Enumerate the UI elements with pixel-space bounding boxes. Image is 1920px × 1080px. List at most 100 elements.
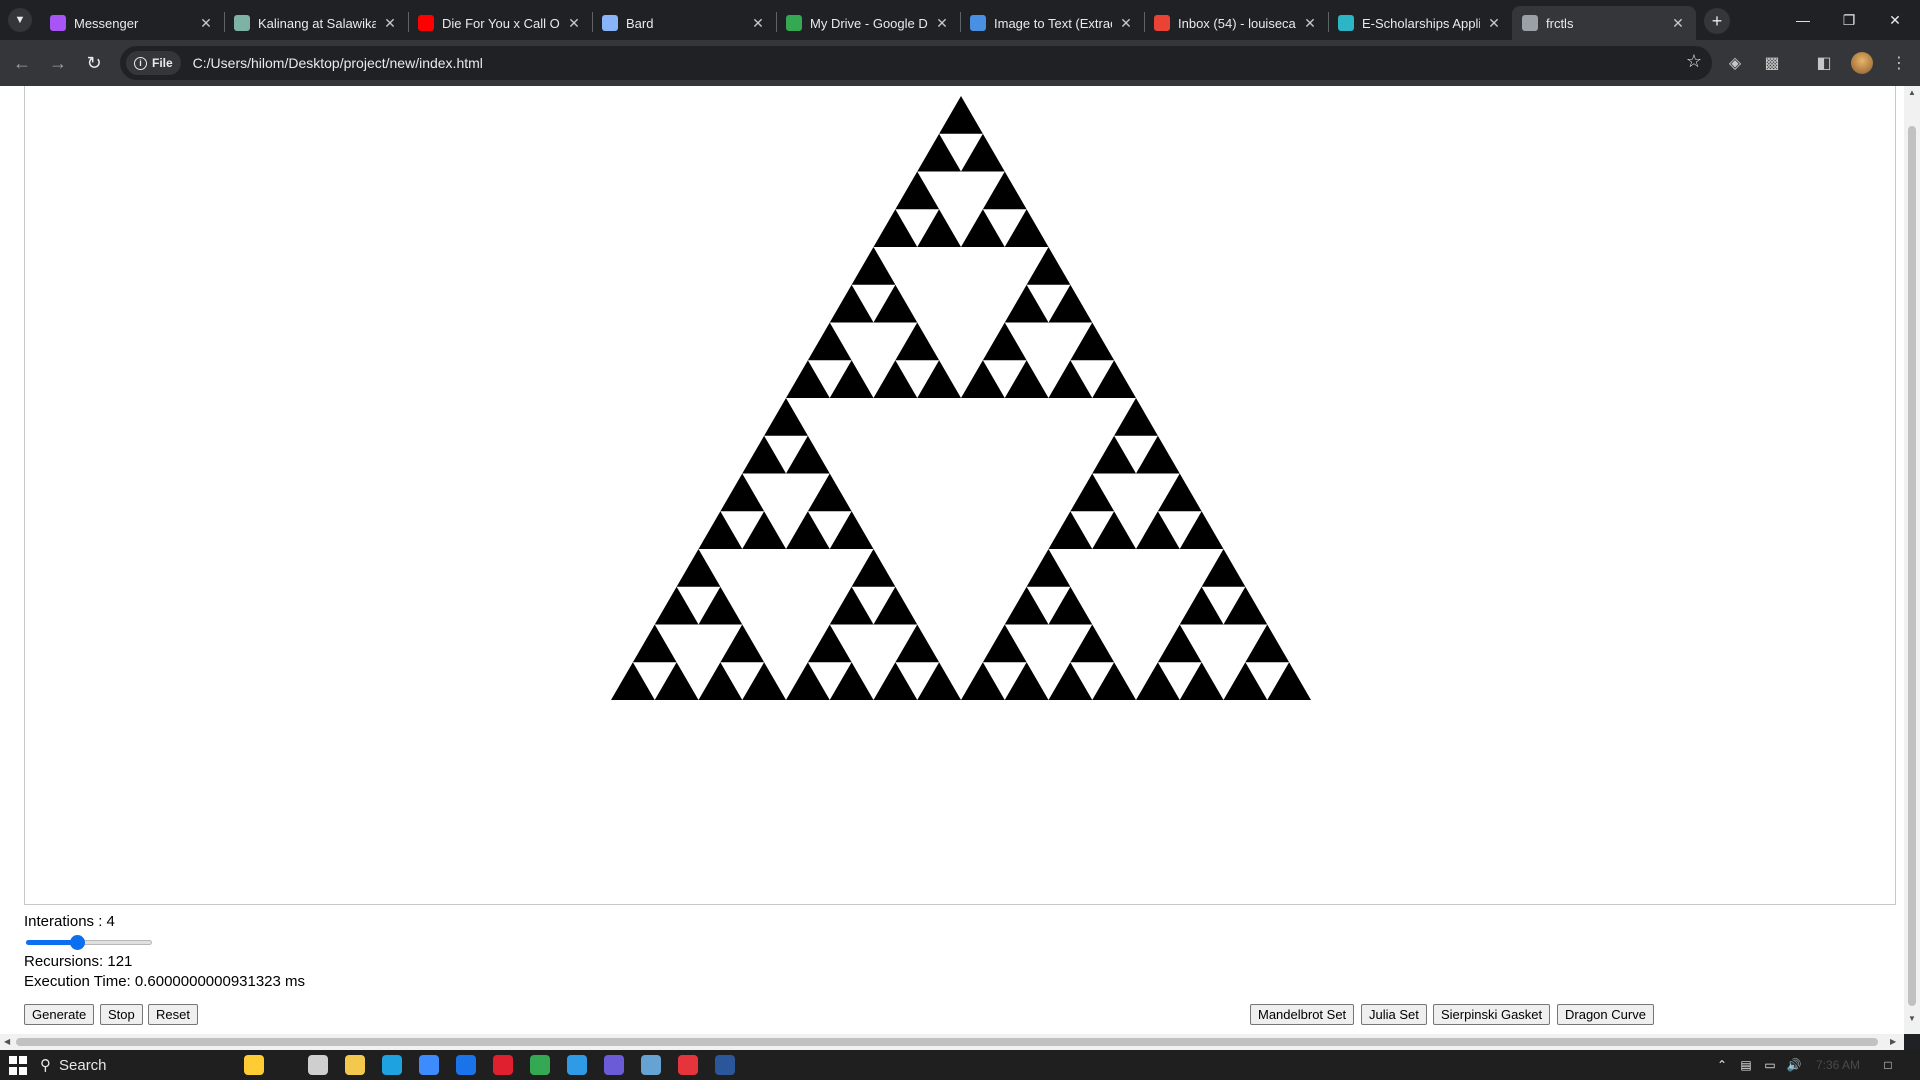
sierpinski-triangle <box>1267 662 1311 700</box>
generate-button[interactable]: Generate <box>24 1004 95 1025</box>
address-bar[interactable]: i File C:/Users/hilom/Desktop/project/ne… <box>120 46 1712 80</box>
word-icon[interactable] <box>715 1055 735 1075</box>
reset-button[interactable]: Reset <box>148 1004 198 1025</box>
tab-5[interactable]: My Drive - Google Drive ✕ <box>776 6 960 40</box>
iterations-slider[interactable] <box>24 932 154 952</box>
taskbar-clock[interactable]: 7:36 AM <box>1808 1055 1868 1075</box>
tab-2[interactable]: Kalinang at Salawikain ✕ <box>224 6 408 40</box>
chrome-icon[interactable] <box>530 1055 550 1075</box>
media-player-icon[interactable] <box>604 1055 624 1075</box>
close-window-button[interactable]: ✕ <box>1872 0 1918 40</box>
url-text[interactable]: C:/Users/hilom/Desktop/project/new/index… <box>193 55 483 71</box>
stop-button[interactable]: Stop <box>100 1004 143 1025</box>
tab-title: Bard <box>626 15 654 31</box>
close-tab-icon[interactable]: ✕ <box>934 15 950 31</box>
sierpinski-triangle <box>1157 473 1202 512</box>
sierpinski-triangle <box>807 322 852 361</box>
google-lens-icon[interactable]: ◈ <box>1723 51 1747 75</box>
site-info-chip[interactable]: i File <box>126 51 181 75</box>
tab-7[interactable]: Inbox (54) - louisecastillo ✕ <box>1144 6 1328 40</box>
sierpinski-triangle <box>1048 284 1093 323</box>
tab-1[interactable]: Messenger ✕ <box>40 6 224 40</box>
messenger-icon <box>50 15 66 31</box>
tab-title: Kalinang at Salawikain <box>258 15 376 31</box>
tab-4[interactable]: Bard ✕ <box>592 6 776 40</box>
mandelbrot-set-button[interactable]: Mandelbrot Set <box>1250 1004 1355 1025</box>
scholarship-icon <box>1338 15 1354 31</box>
close-tab-icon[interactable]: ✕ <box>382 15 398 31</box>
opera-icon[interactable] <box>493 1055 513 1075</box>
tab-search-button[interactable]: ▼ <box>8 8 32 32</box>
minimize-button[interactable]: — <box>1780 0 1826 40</box>
arrow-left-icon: ← <box>13 52 31 73</box>
tab-title: Messenger <box>74 15 139 31</box>
sierpinski-triangle <box>698 511 743 549</box>
sierpinski-triangle <box>742 662 786 700</box>
tab-3[interactable]: Die For You x Call Out My Name ✕ <box>408 6 592 40</box>
more-menu-icon[interactable]: ⋮ <box>1887 51 1911 75</box>
battery-icon[interactable]: ▭ <box>1760 1055 1780 1075</box>
edge-icon[interactable] <box>382 1055 402 1075</box>
scroll-up-icon[interactable]: ▲ <box>1908 88 1916 97</box>
bookmark-star-icon[interactable]: ☆ <box>1686 51 1702 72</box>
file-explorer-icon[interactable] <box>345 1055 365 1075</box>
extensions-icon[interactable]: ▩ <box>1760 51 1784 75</box>
new-tab-button[interactable]: + <box>1704 8 1730 34</box>
sierpinski-triangle <box>1223 662 1268 700</box>
notifications-icon[interactable]: □ <box>1876 1055 1900 1075</box>
steam-icon[interactable] <box>641 1055 661 1075</box>
sierpinski-triangle <box>1070 624 1115 663</box>
close-tab-icon[interactable]: ✕ <box>1118 15 1134 31</box>
app-red-icon[interactable] <box>678 1055 698 1075</box>
sierpinski-triangle <box>1048 360 1093 398</box>
sierpinski-triangle <box>786 511 830 549</box>
close-tab-icon[interactable]: ✕ <box>1302 15 1318 31</box>
task-view-icon[interactable] <box>308 1055 328 1075</box>
vscode-icon[interactable] <box>567 1055 587 1075</box>
horizontal-scroll-thumb[interactable] <box>16 1038 1878 1046</box>
forward-button[interactable]: → <box>44 49 72 77</box>
back-button[interactable]: ← <box>8 49 36 77</box>
chatgpt-icon <box>234 15 250 31</box>
vertical-scrollbar[interactable]: ▲ ▼ <box>1904 86 1920 1034</box>
close-tab-icon[interactable]: ✕ <box>566 15 582 31</box>
sierpinski-triangle <box>807 473 852 512</box>
sierpinski-gasket <box>611 96 1311 700</box>
sierpinski-triangle <box>873 209 918 247</box>
mail-icon[interactable] <box>456 1055 476 1075</box>
close-tab-icon[interactable]: ✕ <box>750 15 766 31</box>
reload-button[interactable]: ↻ <box>80 49 108 77</box>
tab-9[interactable]: frctls ✕ <box>1512 6 1696 40</box>
sierpinski-triangle <box>851 247 896 285</box>
sierpinski-triangle <box>939 96 983 134</box>
volume-icon[interactable]: 🔊 <box>1784 1055 1804 1075</box>
windows-start-icon[interactable] <box>8 1055 28 1075</box>
microsoft-store-icon[interactable] <box>419 1055 439 1075</box>
slider-thumb[interactable] <box>70 935 86 950</box>
sierpinski-gasket-button[interactable]: Sierpinski Gasket <box>1433 1004 1551 1025</box>
network-icon[interactable]: ▤ <box>1736 1055 1756 1075</box>
side-panel-icon[interactable]: ◧ <box>1812 51 1836 75</box>
fractal-canvas <box>24 86 1896 905</box>
tab-8[interactable]: E-Scholarships Application ✕ <box>1328 6 1512 40</box>
site-info-label: File <box>152 56 173 70</box>
julia-set-button[interactable]: Julia Set <box>1361 1004 1427 1025</box>
dragon-curve-button[interactable]: Dragon Curve <box>1557 1004 1654 1025</box>
close-tab-icon[interactable]: ✕ <box>1670 15 1686 31</box>
sierpinski-triangle <box>720 473 765 512</box>
horizontal-scrollbar[interactable]: ◀ ▶ <box>0 1034 1904 1050</box>
close-tab-icon[interactable]: ✕ <box>198 15 214 31</box>
show-hidden-icons-icon[interactable]: ⌃ <box>1712 1055 1732 1075</box>
profile-avatar[interactable] <box>1851 52 1873 74</box>
sierpinski-triangle <box>873 284 918 323</box>
scroll-down-icon[interactable]: ▼ <box>1908 1014 1916 1023</box>
widgets-icon[interactable] <box>244 1055 264 1075</box>
close-tab-icon[interactable]: ✕ <box>1486 15 1502 31</box>
taskbar-search[interactable]: ⚲ Search <box>40 1055 230 1075</box>
scroll-left-icon[interactable]: ◀ <box>4 1037 10 1046</box>
vertical-scroll-thumb[interactable] <box>1908 126 1916 1006</box>
tab-6[interactable]: Image to Text (Extract ✕ <box>960 6 1144 40</box>
tab-title: frctls <box>1546 15 1574 31</box>
scroll-right-icon[interactable]: ▶ <box>1890 1037 1896 1046</box>
restore-button[interactable]: ❐ <box>1826 0 1872 40</box>
